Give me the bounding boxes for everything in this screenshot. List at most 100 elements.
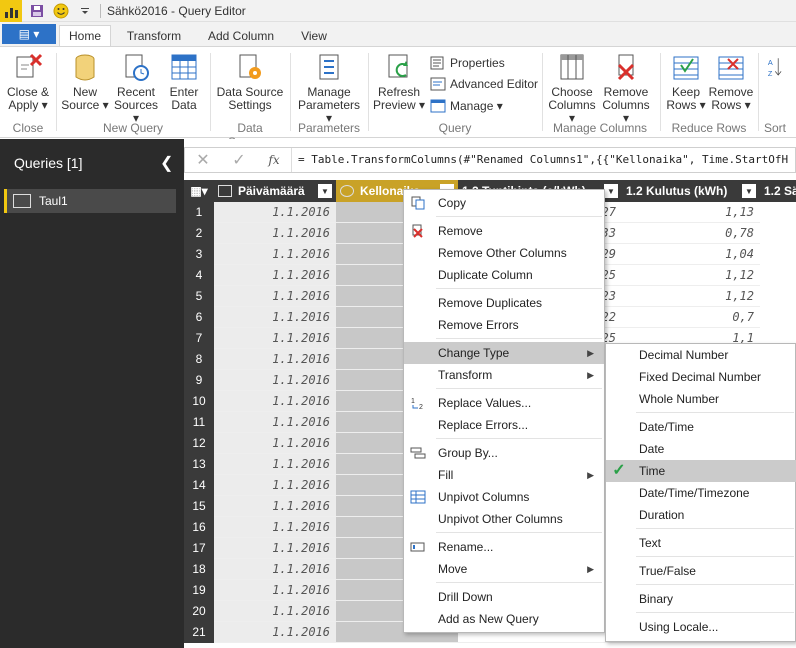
menu-item-move[interactable]: Move ▶ [404, 558, 604, 580]
menu-item-remove[interactable]: Remove [404, 220, 604, 242]
menu-item-replace-values[interactable]: 12 Replace Values... [404, 392, 604, 414]
table-cell-date[interactable]: 1.1.2016 [214, 475, 336, 496]
table-cell-date[interactable]: 1.1.2016 [214, 286, 336, 307]
confirm-formula-icon[interactable]: ✓ [221, 150, 257, 170]
menu-item-change-type[interactable]: Change Type ▶ [404, 342, 604, 364]
type-text[interactable]: Text [606, 532, 796, 554]
table-cell-date[interactable]: 1.1.2016 [214, 580, 336, 601]
table-cell-date[interactable]: 1.1.2016 [214, 496, 336, 517]
tab-view[interactable]: View [292, 25, 336, 46]
table-cell-date[interactable]: 1.1.2016 [214, 517, 336, 538]
menu-item-remove-other-columns[interactable]: Remove Other Columns [404, 242, 604, 264]
table-cell-date[interactable]: 1.1.2016 [214, 391, 336, 412]
table-cell-date[interactable]: 1.1.2016 [214, 307, 336, 328]
type-binary[interactable]: Binary [606, 588, 796, 610]
choose-columns-button[interactable]: Choose Columns ▾ [546, 51, 598, 125]
type-using-locale[interactable]: Using Locale... [606, 616, 796, 638]
refresh-preview-button[interactable]: Refresh Preview ▾ [372, 51, 426, 112]
table-cell-date[interactable]: 1.1.2016 [214, 601, 336, 622]
enter-data-button[interactable]: Enter Data [162, 51, 206, 112]
menu-item-label: Add as New Query [438, 612, 539, 626]
table-cell-date[interactable]: 1.1.2016 [214, 244, 336, 265]
properties-button[interactable]: Properties [430, 53, 505, 73]
table-cell-date[interactable]: 1.1.2016 [214, 412, 336, 433]
table-cell-date[interactable]: 1.1.2016 [214, 622, 336, 643]
column-header-paivamaara[interactable]: Päivämäärä ▼ [214, 180, 336, 202]
cancel-formula-icon[interactable]: ✕ [185, 150, 221, 170]
menu-item-remove-duplicates[interactable]: Remove Duplicates [404, 292, 604, 314]
menu-item-unpivot-other-columns[interactable]: Unpivot Other Columns [404, 508, 604, 530]
data-source-settings-button[interactable]: Data Source Settings [214, 51, 286, 112]
recent-sources-button[interactable]: Recent Sources ▾ [110, 51, 162, 125]
keep-rows-button[interactable]: Keep Rows ▾ [664, 51, 708, 112]
menu-item-fill[interactable]: Fill ▶ [404, 464, 604, 486]
table-cell-date[interactable]: 1.1.2016 [214, 328, 336, 349]
table-cell-kulutus[interactable]: 0,78 [622, 223, 760, 244]
menu-item-rename[interactable]: Rename... [404, 536, 604, 558]
menu-item-add-as-new-query[interactable]: Add as New Query [404, 608, 604, 630]
advanced-editor-button[interactable]: Advanced Editor [430, 74, 538, 94]
sort-ascending-button[interactable]: AZ [762, 51, 790, 86]
table-cell-date[interactable]: 1.1.2016 [214, 223, 336, 244]
menu-item-group-by[interactable]: Group By... [404, 442, 604, 464]
column-header-partial[interactable]: 1.2 Sä [760, 180, 796, 202]
table-cell-kulutus[interactable]: 1,12 [622, 265, 760, 286]
new-source-label-2: Source ▾ [61, 98, 109, 112]
type-time[interactable]: ✓ Time [606, 460, 796, 482]
menu-item-transform[interactable]: Transform ▶ [404, 364, 604, 386]
menu-item-drill-down[interactable]: Drill Down [404, 586, 604, 608]
remove-rows-button[interactable]: Remove Rows ▾ [708, 51, 754, 112]
column-header-kulutus[interactable]: 1.2 Kulutus (kWh) ▼ [622, 180, 760, 202]
type-fixed-decimal-number[interactable]: Fixed Decimal Number [606, 366, 796, 388]
table-cell-date[interactable]: 1.1.2016 [214, 349, 336, 370]
type-date[interactable]: Date [606, 438, 796, 460]
table-cell-date[interactable]: 1.1.2016 [214, 559, 336, 580]
filter-dropdown-icon[interactable]: ▼ [604, 184, 618, 198]
table-cell-date[interactable]: 1.1.2016 [214, 202, 336, 223]
manage-parameters-button[interactable]: Manage Parameters ▾ [294, 51, 364, 125]
table-cell-kulutus[interactable]: 1,12 [622, 286, 760, 307]
table-menu-icon[interactable]: ▦▾ [184, 180, 214, 202]
type-date-time-timezone[interactable]: Date/Time/Timezone [606, 482, 796, 504]
type-date-time[interactable]: Date/Time [606, 416, 796, 438]
collapse-pane-icon[interactable]: ❮ [160, 153, 173, 173]
tab-home[interactable]: Home [59, 25, 111, 46]
smiley-feedback-icon[interactable] [52, 2, 70, 20]
table-cell-date[interactable]: 1.1.2016 [214, 454, 336, 475]
menu-item-replace-errors[interactable]: Replace Errors... [404, 414, 604, 436]
fx-icon[interactable]: fx [257, 153, 291, 167]
tab-add-column[interactable]: Add Column [200, 25, 282, 46]
tab-transform[interactable]: Transform [118, 25, 190, 46]
table-cell-date[interactable]: 1.1.2016 [214, 433, 336, 454]
parameters-icon [319, 54, 339, 80]
new-source-button[interactable]: New Source ▾ [60, 51, 110, 112]
table-cell-date[interactable]: 1.1.2016 [214, 370, 336, 391]
submenu-arrow-icon: ▶ [587, 563, 594, 574]
filter-dropdown-icon[interactable]: ▼ [318, 184, 332, 198]
table-cell-kulutus[interactable]: 0,7 [622, 307, 760, 328]
filter-dropdown-icon[interactable]: ▼ [742, 184, 756, 198]
menu-item-duplicate-column[interactable]: Duplicate Column [404, 264, 604, 286]
row-number: 19 [192, 583, 206, 597]
query-item-taul1[interactable]: Taul1 [4, 189, 176, 213]
type-decimal-number[interactable]: Decimal Number [606, 344, 796, 366]
menu-item-label: Remove [438, 224, 483, 238]
menu-item-remove-errors[interactable]: Remove Errors [404, 314, 604, 336]
close-apply-button[interactable]: Close & Apply ▾ [4, 51, 52, 112]
table-cell-date[interactable]: 1.1.2016 [214, 265, 336, 286]
formula-input[interactable]: = Table.TransformColumns(#"Renamed Colum… [291, 148, 788, 172]
type-duration[interactable]: Duration [606, 504, 796, 526]
quick-access-dropdown-icon[interactable] [76, 2, 94, 20]
type-true-false[interactable]: True/False [606, 560, 796, 582]
manage-button[interactable]: Manage ▾ [430, 96, 503, 116]
remove-columns-button[interactable]: Remove Columns ▾ [598, 51, 654, 125]
table-cell-kulutus[interactable]: 1,04 [622, 244, 760, 265]
table-cell-date[interactable]: 1.1.2016 [214, 538, 336, 559]
menu-item-unpivot-columns[interactable]: Unpivot Columns [404, 486, 604, 508]
menu-item-copy[interactable]: Copy [404, 192, 604, 214]
group-separator [758, 53, 759, 131]
save-icon[interactable] [28, 2, 46, 20]
type-whole-number[interactable]: Whole Number [606, 388, 796, 410]
table-cell-kulutus[interactable]: 1,13 [622, 202, 760, 223]
file-menu-button[interactable]: ▤ ▾ [2, 24, 56, 44]
